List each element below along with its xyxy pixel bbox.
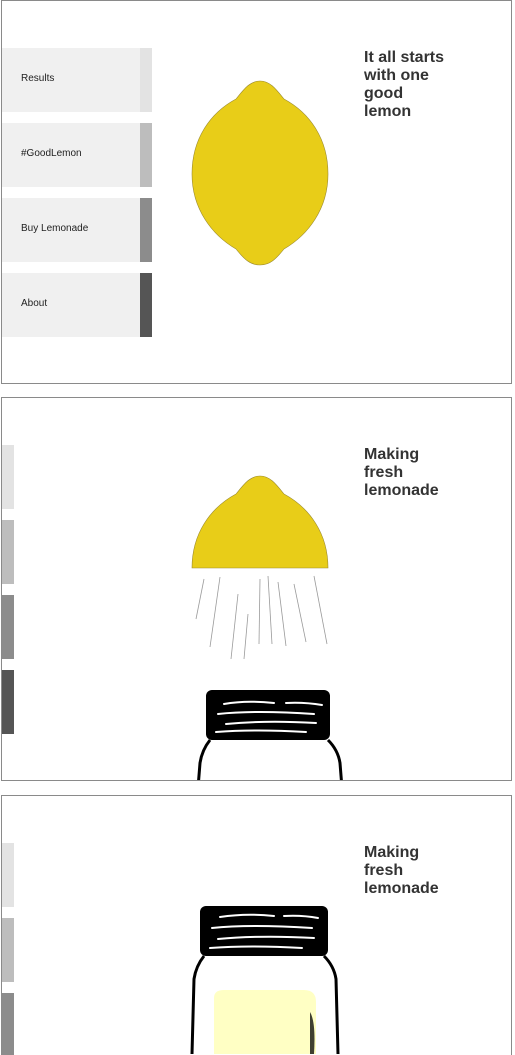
scene-squeeze: Making fresh lemonade <box>1 397 512 781</box>
scene-heading: Making fresh lemonade <box>364 446 439 499</box>
scene-heading: It all starts with one good lemon <box>364 49 445 120</box>
menu-item-good-lemon[interactable]: #GoodLemon <box>2 123 152 187</box>
menu-tab <box>140 123 152 187</box>
mason-jar-icon <box>197 690 343 780</box>
menu-tab-good-lemon[interactable] <box>2 520 14 584</box>
juice-drops-icon <box>195 575 328 660</box>
lemon-icon <box>191 80 329 266</box>
menu-tab-buy-lemonade[interactable] <box>2 595 14 659</box>
menu-item-label: About <box>21 298 48 309</box>
menu-item-label: #GoodLemon <box>21 148 82 159</box>
menu-item-label: Results <box>21 73 55 84</box>
menu-tab <box>140 198 152 262</box>
menu-tab-good-lemon[interactable] <box>2 918 14 982</box>
mason-jar-icon <box>190 906 340 1055</box>
scene-lemon: Results #GoodLemon Buy Lemonade About It… <box>1 0 512 384</box>
menu-item-about[interactable]: About <box>2 273 152 337</box>
menu-tab <box>140 273 152 337</box>
menu-item-results[interactable]: Results <box>2 48 152 112</box>
menu-tab-results[interactable] <box>2 445 14 509</box>
menu-item-buy-lemonade[interactable]: Buy Lemonade <box>2 198 152 262</box>
scene-heading: Making fresh lemonade <box>364 844 439 897</box>
menu-tab-buy-lemonade[interactable] <box>2 993 14 1055</box>
half-lemon-icon <box>191 475 329 569</box>
menu-tab <box>140 48 152 112</box>
menu-item-label: Buy Lemonade <box>21 223 89 234</box>
menu-tab-results[interactable] <box>2 843 14 907</box>
menu-tab-about[interactable] <box>2 670 14 734</box>
scene-lemonade-jar: Making fresh lemonade <box>1 795 512 1055</box>
